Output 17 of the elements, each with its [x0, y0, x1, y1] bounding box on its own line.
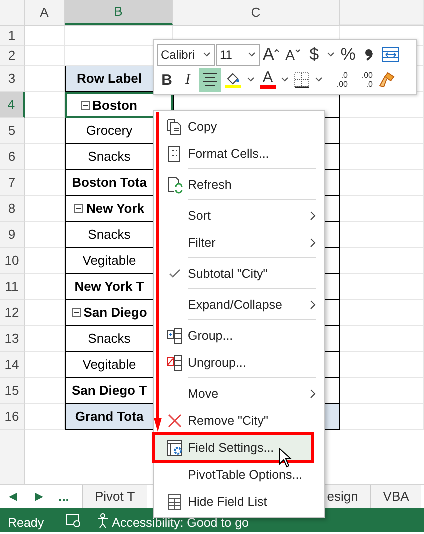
font-name: Calibri: [161, 48, 196, 62]
cell-text: Snacks: [88, 331, 131, 346]
cell-text: New York: [86, 201, 145, 216]
cell-text: New York T: [74, 279, 144, 294]
cell-text: Row Label: [76, 71, 142, 86]
cell-text: Grocery: [86, 123, 133, 138]
cell-text: Snacks: [88, 227, 131, 242]
cell-text: Snacks: [88, 149, 131, 164]
status-text: Ready: [8, 516, 44, 530]
cell-text: Vegitable: [82, 253, 136, 268]
cell-text: Boston: [92, 98, 138, 112]
cell-text: San Diego: [84, 305, 148, 320]
font-size: 11: [220, 48, 232, 62]
cell-text: San Diego T: [72, 383, 148, 398]
cell-text: Vegitable: [82, 357, 136, 372]
cell-text: Grand Tota: [75, 409, 144, 424]
cell-text: Boston Tota: [72, 175, 147, 190]
